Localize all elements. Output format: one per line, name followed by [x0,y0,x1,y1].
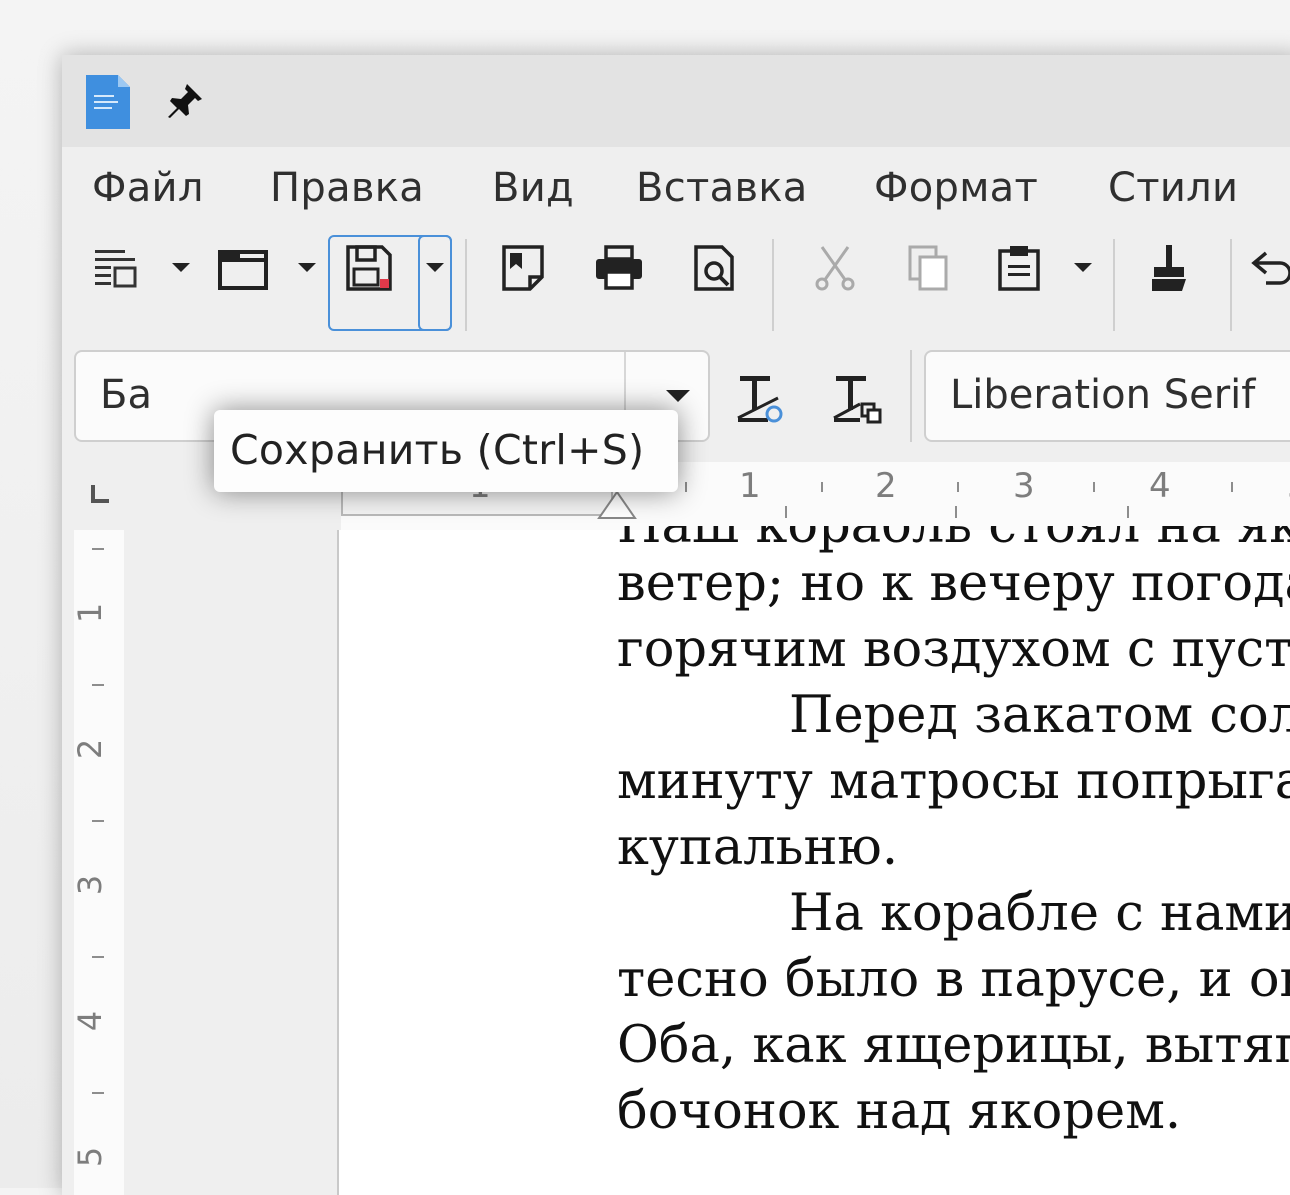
save-button[interactable] [340,239,398,297]
save-dropdown-frame[interactable] [418,235,452,331]
ruler-label: 5 [71,1146,110,1168]
tab-stop-selector-icon[interactable] [90,483,112,505]
ruler-tab-stop [1127,506,1129,518]
update-style-button[interactable] [734,370,792,428]
text-line: тесно было в парусе, и они [617,950,1290,1009]
menu-format[interactable]: Формат [874,165,1038,211]
ruler-label: 3 [1013,466,1035,506]
ruler-tick [821,482,823,492]
paste-dropdown-arrow[interactable] [1074,263,1092,272]
open-dropdown-arrow[interactable] [298,263,316,272]
folder-icon [218,250,268,290]
print-button[interactable] [590,239,648,297]
copy-button[interactable] [900,239,958,297]
cut-button[interactable] [806,239,864,297]
text-line: горячим воздухом с пустын [617,620,1290,679]
document-page[interactable]: Наш корабль стоял на якоре ветер; но к в… [337,526,1290,1195]
ruler-label: 4 [1149,466,1171,506]
paste-button[interactable] [990,239,1048,297]
text-line: ветер; но к вечеру погода из [617,554,1290,613]
ruler-label: 2 [875,466,897,506]
ruler-tick [92,820,104,822]
text-line: купальню. [617,818,899,877]
ruler-label: 4 [71,1010,110,1032]
templates-icon [95,250,137,288]
paste-icon [998,246,1040,291]
toolbar-separator [1113,239,1115,331]
chevron-down-icon[interactable] [666,390,690,402]
ruler-tick [92,1092,104,1094]
menu-bar: Файл Правка Вид Вставка Формат Стили [62,147,1290,219]
save-icon [346,245,392,291]
copy-icon [908,245,948,291]
menu-insert[interactable]: Вставка [636,165,808,211]
print-preview-button[interactable] [686,239,744,297]
text-line: минуту матросы попрыгали [617,752,1290,811]
vertical-ruler[interactable]: 1 2 3 4 5 [71,530,124,1195]
ruler-label: 3 [71,874,110,896]
ruler-label: 2 [71,738,110,760]
paintbrush-icon [1152,245,1186,291]
export-pdf-button[interactable] [494,239,552,297]
undo-icon [1251,251,1290,285]
font-name-value: Liberation Serif [950,372,1256,418]
text-line: На корабле с нами бы [789,884,1290,943]
text-line: Оба, как ящерицы, вытягив [617,1016,1290,1075]
writer-document-icon [86,75,130,129]
paragraph-style-value: Ба [100,372,152,418]
new-style-button[interactable] [830,370,888,428]
menu-styles[interactable]: Стили [1108,165,1238,211]
ruler-label: 1 [739,466,761,506]
ruler-tick [1093,482,1095,492]
cut-icon [815,246,855,291]
print-icon [596,245,642,290]
ruler-tick [957,482,959,492]
ruler-label: 1 [71,602,110,624]
pin-icon[interactable] [165,81,205,121]
ruler-tick [92,956,104,958]
export-pdf-icon [502,245,544,291]
ruler-tick [1231,482,1233,492]
toolbar-separator [910,350,912,442]
save-tooltip: Сохранить (Ctrl+S) [214,410,678,492]
font-name-box[interactable]: Liberation Serif [924,350,1290,442]
writer-window: Файл Правка Вид Вставка Формат Стили Ба … [62,55,1290,1195]
toolbar-separator [772,239,774,331]
ruler-tab-stop [785,506,787,518]
save-dropdown-arrow[interactable] [426,263,444,272]
templates-button[interactable] [86,239,144,297]
ruler-tab-stop [955,506,957,518]
ruler-tick [685,482,687,492]
toolbar-separator [465,239,467,331]
new-style-icon [833,376,882,424]
update-style-icon [737,376,783,423]
templates-dropdown-arrow[interactable] [172,263,190,272]
ruler-tick [92,548,104,550]
text-line: Перед закатом солнц [789,686,1290,745]
menu-edit[interactable]: Правка [270,165,424,211]
open-button[interactable] [214,239,272,297]
menu-file[interactable]: Файл [92,165,204,211]
ruler-tick [92,684,104,686]
standard-toolbar [62,225,1290,345]
title-bar [62,55,1290,147]
tooltip-text: Сохранить (Ctrl+S) [230,426,645,474]
undo-button[interactable] [1242,239,1290,297]
toolbar-separator [1230,239,1232,331]
clone-formatting-button[interactable] [1140,239,1198,297]
text-line: бочонок над якорем. [617,1082,1182,1141]
print-preview-icon [694,245,734,291]
menu-view[interactable]: Вид [492,165,574,211]
